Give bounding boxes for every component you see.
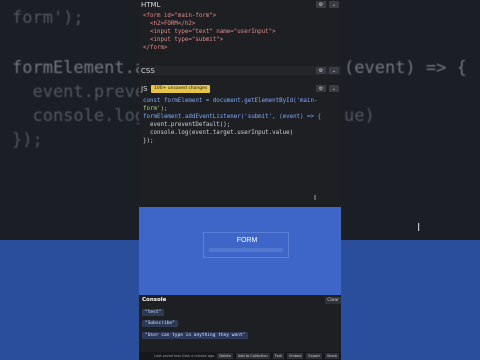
- settings-gear-icon[interactable]: ⚙: [316, 67, 326, 74]
- chevron-down-icon[interactable]: ⌄: [329, 85, 339, 92]
- code-line: formElement.addEventListener('submit', (…: [143, 114, 321, 120]
- preview-text-input[interactable]: [209, 248, 283, 252]
- editor-column: HTML ⚙ ⌄ <form id="main-form"> <h2>FORM<…: [139, 0, 341, 360]
- js-panel-title: JS: [141, 84, 148, 93]
- add-to-collection-button[interactable]: Add to Collection: [235, 353, 270, 359]
- unsaved-changes-badge: 100+ unsaved changes: [151, 85, 211, 93]
- settings-gear-icon[interactable]: ⚙: [316, 1, 326, 8]
- code-line: event.preventDefault();: [143, 122, 231, 128]
- export-button[interactable]: Export: [306, 353, 322, 359]
- code-line: console.log(event.target.userInput.value…: [143, 130, 294, 136]
- editor-footer: Last saved less than a minute ago Delete…: [139, 352, 341, 360]
- code-line: const formElement = document.getElementB…: [143, 98, 318, 104]
- css-panel-title: CSS: [141, 66, 155, 75]
- console-clear-button[interactable]: Clear: [325, 297, 341, 304]
- delete-button[interactable]: Delete: [217, 353, 233, 359]
- preview-form: FORM: [203, 232, 289, 258]
- js-code-editor[interactable]: const formElement = document.getElementB…: [139, 97, 341, 145]
- result-preview[interactable]: FORM: [139, 207, 341, 295]
- css-panel-header[interactable]: CSS ⚙ ⌄: [139, 66, 341, 75]
- html-panel-title: HTML: [141, 0, 161, 9]
- code-line: form');: [143, 106, 168, 112]
- share-button[interactable]: Share: [324, 353, 339, 359]
- html-panel-header: HTML ⚙ ⌄: [139, 0, 341, 9]
- bg-code-line: form');: [12, 8, 84, 28]
- fork-button[interactable]: Fork: [272, 353, 285, 359]
- console-log-entry: "Subscribe": [142, 320, 178, 327]
- settings-gear-icon[interactable]: ⚙: [316, 85, 326, 92]
- console-log-entry: "User can type in anything they want": [142, 332, 249, 339]
- bg-code-line: ue): [344, 106, 375, 126]
- text-cursor-icon: I: [417, 221, 421, 234]
- bg-code-line: });: [12, 130, 43, 150]
- console-title: Console: [142, 297, 167, 303]
- code-line: </form>: [143, 45, 168, 51]
- code-line: <h2>FORM</h2>: [143, 21, 196, 27]
- code-line: <input type="submit">: [143, 37, 224, 43]
- code-line: <input type="text" name="userInput">: [143, 29, 276, 35]
- code-line: <form id="main-form">: [143, 13, 217, 19]
- chevron-down-icon[interactable]: ⌄: [329, 1, 339, 8]
- bg-code-line: console.log(: [12, 106, 156, 126]
- console-log-entry: "test": [142, 309, 165, 316]
- text-cursor-icon: I: [314, 194, 317, 202]
- embed-button[interactable]: Embed: [287, 353, 304, 359]
- bg-code-line: (event) => {: [344, 58, 467, 78]
- html-code-editor[interactable]: <form id="main-form"> <h2>FORM</h2> <inp…: [139, 12, 341, 52]
- console-panel: Console Clear "test" "Subscribe" "User c…: [139, 295, 341, 360]
- last-saved-status: Last saved less than a minute ago: [154, 354, 215, 358]
- code-line: });: [143, 138, 154, 144]
- preview-form-heading: FORM: [236, 237, 258, 244]
- chevron-down-icon[interactable]: ⌄: [329, 67, 339, 74]
